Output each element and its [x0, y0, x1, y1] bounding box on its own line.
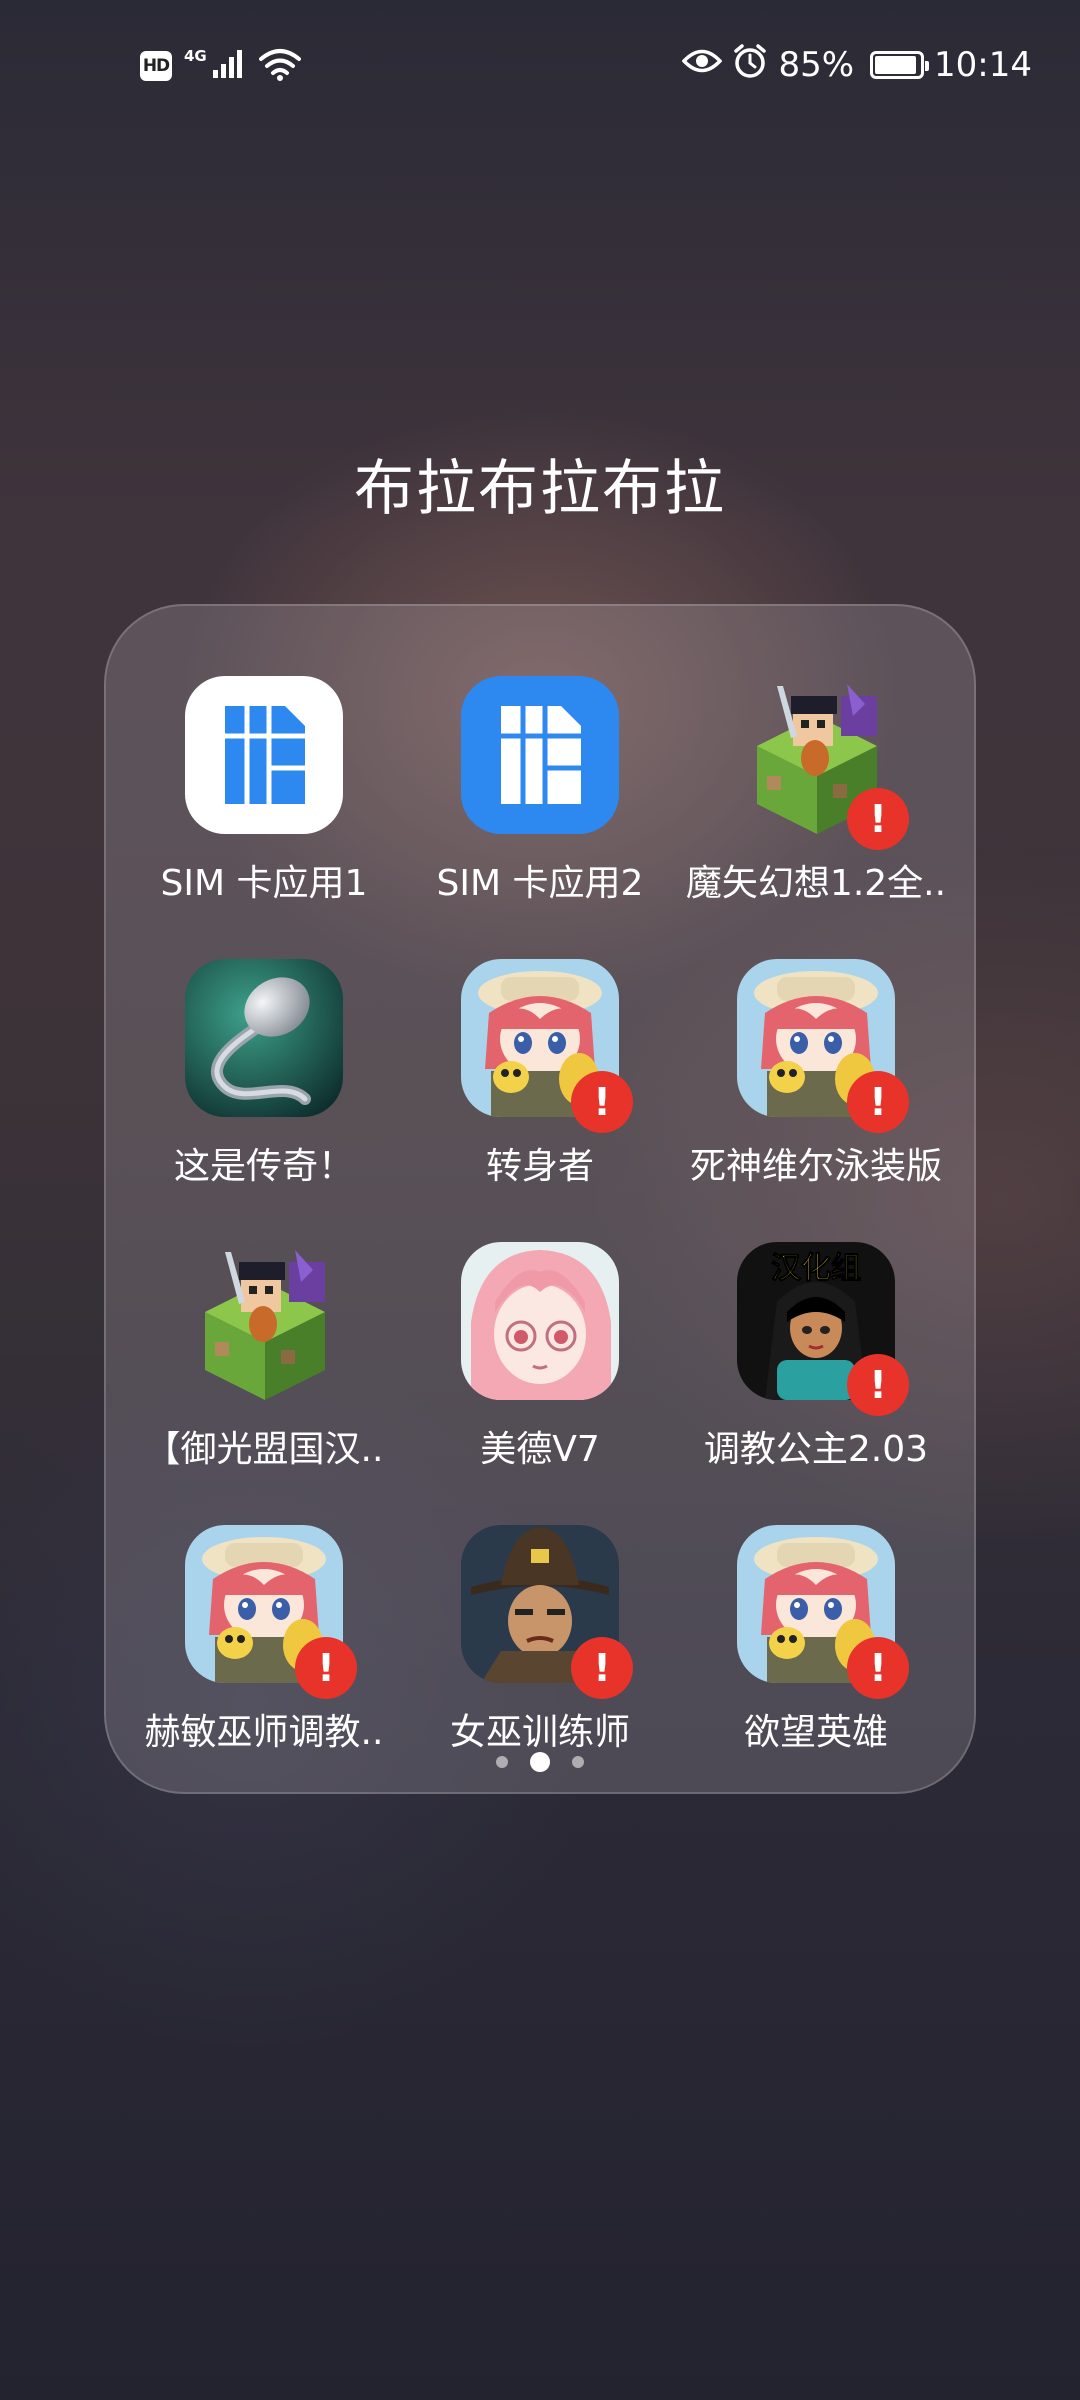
icon-image: [461, 676, 619, 834]
sim-card-icon[interactable]: [461, 676, 619, 834]
sperm-game-icon[interactable]: [185, 959, 343, 1117]
folder-title[interactable]: 布拉布拉布拉: [0, 440, 1080, 527]
alert-badge-icon: !: [847, 788, 909, 850]
page-dot-active[interactable]: [530, 1752, 550, 1772]
app-label: 魔矢幻想1.2全..: [685, 863, 947, 904]
icon-image: [185, 676, 343, 834]
app-item[interactable]: SIM 卡应用1: [126, 676, 402, 959]
icon-image: [461, 1242, 619, 1400]
signal-icon: [211, 48, 247, 84]
app-label: 死神维尔泳装版: [689, 1146, 942, 1187]
anime-girl-icon[interactable]: !: [185, 1525, 357, 1699]
battery-icon: [870, 51, 930, 79]
alert-badge-icon: !: [295, 1637, 357, 1699]
eye-icon: [682, 45, 723, 85]
status-left-group: HD 4G: [140, 44, 301, 88]
app-grid: SIM 卡应用1 SIM 卡应用2 ! 魔矢幻想1.2全.. 这是传奇！ ! 转…: [126, 676, 958, 1808]
status-bar: HD 4G 85% 10:14: [0, 0, 1080, 130]
anime-girl-icon[interactable]: !: [461, 959, 633, 1133]
clock-time: 10:14: [934, 45, 1032, 85]
wifi-icon: [258, 47, 301, 85]
svg-text:汉化组: 汉化组: [771, 1251, 861, 1286]
alert-badge-icon: !: [847, 1354, 909, 1416]
anime-girl-icon[interactable]: !: [737, 959, 909, 1133]
app-label: 赫敏巫师调教..: [144, 1712, 384, 1753]
app-label: SIM 卡应用1: [160, 863, 368, 904]
alert-badge-icon: !: [847, 1071, 909, 1133]
app-label: 欲望英雄: [743, 1712, 888, 1753]
app-label: 【御光盟国汉..: [144, 1429, 384, 1470]
network-type-label: 4G: [184, 47, 207, 65]
pixel-cube-game-icon[interactable]: !: [737, 676, 909, 850]
wizard-man-icon[interactable]: !: [461, 1525, 633, 1699]
app-label: 女巫训练师: [449, 1712, 630, 1753]
app-label: 转身者: [485, 1146, 594, 1187]
app-item[interactable]: SIM 卡应用2: [402, 676, 678, 959]
app-item[interactable]: ! 转身者: [402, 959, 678, 1242]
princess-comic-icon[interactable]: 汉化组 !: [737, 1242, 909, 1416]
app-item[interactable]: 汉化组 ! 调教公主2.03: [678, 1242, 954, 1525]
page-dot[interactable]: [496, 1756, 508, 1768]
folder-panel: SIM 卡应用1 SIM 卡应用2 ! 魔矢幻想1.2全.. 这是传奇！ ! 转…: [104, 604, 976, 1794]
app-label: 这是传奇！: [173, 1146, 354, 1187]
alert-badge-icon: !: [571, 1637, 633, 1699]
alert-badge-icon: !: [847, 1637, 909, 1699]
alarm-icon: [732, 43, 768, 88]
app-item[interactable]: ! 魔矢幻想1.2全..: [678, 676, 954, 959]
app-label: 调教公主2.03: [703, 1429, 929, 1470]
app-item[interactable]: 【御光盟国汉..: [126, 1242, 402, 1525]
page-indicator[interactable]: [106, 1752, 974, 1772]
battery-percent: 85%: [778, 45, 855, 85]
app-label: SIM 卡应用2: [436, 863, 644, 904]
status-right-group: 85% 10:14: [682, 40, 1032, 90]
hd-icon: HD: [140, 51, 172, 81]
app-item[interactable]: ! 死神维尔泳装版: [678, 959, 954, 1242]
battery-level-fill: [875, 56, 916, 74]
pixel-cube-game-icon[interactable]: [185, 1242, 343, 1400]
app-label: 美德V7: [480, 1429, 600, 1470]
alert-badge-icon: !: [571, 1071, 633, 1133]
app-item[interactable]: 这是传奇！: [126, 959, 402, 1242]
page-dot[interactable]: [572, 1756, 584, 1768]
app-item[interactable]: 美德V7: [402, 1242, 678, 1525]
anime-girl-icon[interactable]: !: [737, 1525, 909, 1699]
icon-image: [185, 959, 343, 1117]
icon-image: [185, 1242, 343, 1400]
sim-card-icon[interactable]: [185, 676, 343, 834]
pink-hair-girl-icon[interactable]: [461, 1242, 619, 1400]
